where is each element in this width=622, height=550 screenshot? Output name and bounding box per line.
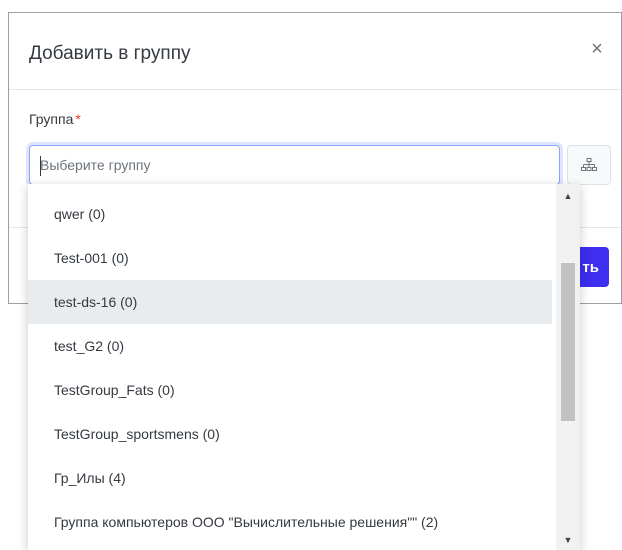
- group-option[interactable]: test-ds-16 (0): [28, 280, 552, 324]
- group-label-text: Группа: [29, 111, 74, 127]
- group-field-label: Группа *: [29, 111, 81, 127]
- dropdown-scrollbar[interactable]: ▲ ▼: [556, 184, 580, 550]
- sitemap-icon: [581, 158, 597, 171]
- group-option[interactable]: test_G2 (0): [28, 324, 552, 368]
- group-options-list: qwer (0) Test-001 (0) test-ds-16 (0) test_G…: [28, 184, 552, 544]
- group-select[interactable]: [29, 145, 560, 185]
- group-option[interactable]: TestGroup_Fats (0): [28, 368, 552, 412]
- scroll-thumb[interactable]: [561, 263, 575, 421]
- close-icon[interactable]: ×: [585, 37, 609, 61]
- group-option[interactable]: TestGroup_sportsmens (0): [28, 412, 552, 456]
- group-option[interactable]: Группа компьютеров ООО "Вычислительные р…: [28, 500, 552, 544]
- dialog-header: Добавить в группу ×: [9, 13, 621, 90]
- scroll-down-arrow-icon[interactable]: ▼: [556, 532, 580, 548]
- group-search-input[interactable]: [30, 146, 559, 184]
- screen: Добавить в группу × Группа* ть: [0, 0, 622, 550]
- group-dropdown: qwer (0) Test-001 (0) test-ds-16 (0) test_G…: [28, 184, 580, 550]
- group-option[interactable]: Test-001 (0): [28, 236, 552, 280]
- dialog-title: Добавить в группу: [29, 43, 191, 64]
- required-marker: *: [75, 111, 81, 127]
- scroll-up-arrow-icon[interactable]: ▲: [556, 188, 580, 204]
- group-option[interactable]: qwer (0): [28, 192, 552, 236]
- group-option[interactable]: Гр_Илы (4): [28, 456, 552, 500]
- text-cursor: [40, 156, 41, 176]
- group-tree-button[interactable]: [567, 145, 611, 185]
